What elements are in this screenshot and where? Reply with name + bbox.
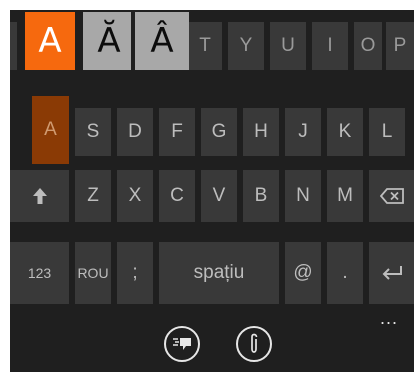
paperclip-icon xyxy=(251,333,258,353)
accent-option-a-circumflex[interactable]: Â xyxy=(131,12,189,70)
key-h[interactable]: H xyxy=(243,108,279,156)
key-q[interactable] xyxy=(10,22,17,70)
at-key[interactable]: @ xyxy=(285,242,321,304)
semicolon-key[interactable]: ; xyxy=(117,242,153,304)
accent-option-a[interactable]: A xyxy=(25,12,75,70)
key-p[interactable]: P xyxy=(386,22,414,70)
key-z[interactable]: Z xyxy=(75,170,111,222)
key-i[interactable]: I xyxy=(312,22,348,70)
key-u[interactable]: U xyxy=(270,22,306,70)
key-a[interactable]: A xyxy=(32,96,69,164)
emoji-chat-icon xyxy=(173,338,191,350)
key-g[interactable]: G xyxy=(201,108,237,156)
key-m[interactable]: M xyxy=(327,170,363,222)
key-o[interactable]: O xyxy=(354,22,382,70)
key-d[interactable]: D xyxy=(117,108,153,156)
backspace-key[interactable] xyxy=(369,170,414,222)
attach-button[interactable] xyxy=(236,326,272,362)
key-j[interactable]: J xyxy=(285,108,321,156)
key-t[interactable]: T xyxy=(188,22,222,70)
language-key[interactable]: ROU xyxy=(75,242,111,304)
key-x[interactable]: X xyxy=(117,170,153,222)
shift-arrow-icon xyxy=(32,188,47,204)
shift-key[interactable] xyxy=(10,170,69,222)
accent-option-a-breve[interactable]: Ă xyxy=(79,12,135,70)
accent-popup: A Ă Â xyxy=(25,10,189,72)
key-b[interactable]: B xyxy=(243,170,279,222)
key-c[interactable]: C xyxy=(159,170,195,222)
numbers-key[interactable]: 123 xyxy=(10,242,69,304)
period-key[interactable]: . xyxy=(327,242,363,304)
space-key[interactable]: spațiu xyxy=(159,242,279,304)
key-s[interactable]: S xyxy=(75,108,111,156)
key-l[interactable]: L xyxy=(369,108,405,156)
key-y[interactable]: Y xyxy=(228,22,264,70)
enter-icon xyxy=(382,266,402,280)
more-options-icon[interactable]: ... xyxy=(380,309,398,327)
key-f[interactable]: F xyxy=(159,108,195,156)
key-k[interactable]: K xyxy=(327,108,363,156)
emoji-button[interactable] xyxy=(164,326,200,362)
backspace-icon xyxy=(379,188,404,204)
soft-keyboard: T Y U I O P A Ă Â A S D F G H J K L Z X … xyxy=(10,10,414,372)
key-n[interactable]: N xyxy=(285,170,321,222)
enter-key[interactable] xyxy=(369,242,414,304)
key-v[interactable]: V xyxy=(201,170,237,222)
